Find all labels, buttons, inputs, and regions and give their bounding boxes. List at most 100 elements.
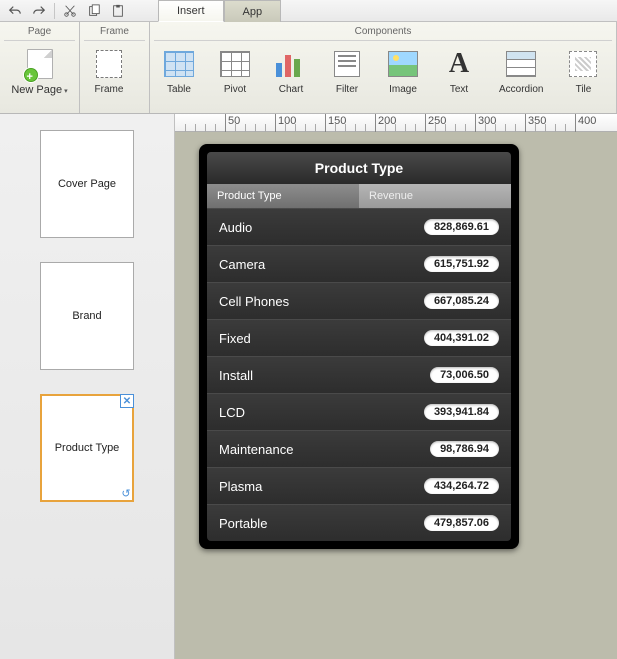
filter-button[interactable]: Filter (322, 45, 372, 98)
table-row[interactable]: Camera 615,751.92 (207, 245, 511, 282)
page-thumb-brand[interactable]: Brand (40, 262, 134, 370)
page-thumb-product-type[interactable]: Product Type ✕ ↺ (40, 394, 134, 502)
ruler-minor-tick (545, 124, 546, 132)
group-label-components: Components (154, 24, 612, 41)
pivot-label: Pivot (224, 84, 246, 95)
table-row[interactable]: Plasma 434,264.72 (207, 467, 511, 504)
ruler-minor-tick (265, 124, 266, 132)
column-header-revenue[interactable]: Revenue (359, 184, 511, 208)
ruler-minor-tick (495, 124, 496, 132)
table-icon (163, 48, 195, 80)
table-row[interactable]: Audio 828,869.61 (207, 208, 511, 245)
row-name: Cell Phones (219, 294, 289, 309)
widget-column-headers: Product Type Revenue (207, 184, 511, 208)
ruler-minor-tick (385, 124, 386, 132)
tab-app[interactable]: App (224, 0, 282, 22)
ruler-minor-tick (315, 124, 316, 132)
new-page-icon: + (24, 48, 56, 80)
row-value: 479,857.06 (424, 515, 499, 531)
table-row[interactable]: Install 73,006.50 (207, 356, 511, 393)
thumb-label: Cover Page (58, 177, 116, 191)
table-button[interactable]: Table (154, 45, 204, 98)
undo-button[interactable] (4, 1, 26, 21)
row-value: 404,391.02 (424, 330, 499, 346)
ruler-minor-tick (405, 124, 406, 132)
table-label: Table (167, 84, 191, 95)
ruler-minor-tick (195, 124, 196, 132)
new-page-button[interactable]: + New Page▾ (4, 45, 75, 99)
tile-label: Tile (576, 84, 592, 95)
ruler-tick: 400 (575, 114, 596, 132)
row-name: Audio (219, 220, 252, 235)
row-value: 828,869.61 (424, 219, 499, 235)
row-value: 393,941.84 (424, 404, 499, 420)
table-row[interactable]: Maintenance98,786.94 (207, 430, 511, 467)
ruler-minor-tick (555, 124, 556, 132)
accordion-button[interactable]: Accordion (490, 45, 552, 98)
row-value: 434,264.72 (424, 478, 499, 494)
ruler-minor-tick (235, 124, 236, 132)
ribbon-tabs: Insert App (158, 0, 281, 22)
ruler-minor-tick (205, 124, 206, 132)
page-thumb-cover[interactable]: Cover Page (40, 130, 134, 238)
ruler-minor-tick (445, 124, 446, 132)
ruler-minor-tick (485, 124, 486, 132)
revert-icon[interactable]: ↺ (119, 487, 133, 501)
horizontal-ruler: 50100150200250300350400 (175, 114, 617, 132)
row-value: 615,751.92 (424, 256, 499, 272)
redo-button[interactable] (28, 1, 50, 21)
image-button[interactable]: Image (378, 45, 428, 98)
row-name: Plasma (219, 479, 262, 494)
chart-label: Chart (279, 84, 303, 95)
row-value: 73,006.50 (430, 367, 499, 383)
image-label: Image (389, 84, 417, 95)
row-name: Camera (219, 257, 265, 272)
quick-access-toolbar: Insert App (0, 0, 617, 22)
separator (54, 3, 55, 19)
accordion-label: Accordion (499, 84, 543, 95)
pages-panel: Cover Page Brand Product Type ✕ ↺ (0, 114, 175, 659)
ruler-minor-tick (215, 124, 216, 132)
pivot-button[interactable]: Pivot (210, 45, 260, 98)
ruler-minor-tick (355, 124, 356, 132)
ruler-minor-tick (565, 124, 566, 132)
row-name: Portable (219, 516, 267, 531)
text-button[interactable]: AText (434, 45, 484, 98)
ruler-minor-tick (465, 124, 466, 132)
new-page-label: New Page (11, 84, 62, 96)
frame-button[interactable]: Frame (84, 45, 134, 98)
ruler-minor-tick (435, 124, 436, 132)
product-type-widget[interactable]: Product Type Product Type Revenue Audio 8… (199, 144, 519, 549)
ruler-minor-tick (505, 124, 506, 132)
row-name: Install (219, 368, 253, 383)
ruler-minor-tick (515, 124, 516, 132)
paste-button[interactable] (107, 1, 129, 21)
chart-button[interactable]: Chart (266, 45, 316, 98)
table-row[interactable]: Fixed 404,391.02 (207, 319, 511, 356)
column-header-product-type[interactable]: Product Type (207, 184, 359, 208)
delete-page-icon[interactable]: ✕ (120, 394, 134, 408)
ruler-minor-tick (305, 124, 306, 132)
tile-button[interactable]: Tile (558, 45, 608, 98)
design-canvas[interactable]: 50100150200250300350400 Product Type Pro… (175, 114, 617, 659)
group-label-page: Page (4, 24, 75, 41)
accordion-icon (505, 48, 537, 80)
table-row[interactable]: LCD 393,941.84 (207, 393, 511, 430)
filter-label: Filter (336, 84, 358, 95)
thumb-label: Brand (72, 309, 101, 323)
table-row[interactable]: Cell Phones667,085.24 (207, 282, 511, 319)
dropdown-arrow-icon: ▾ (64, 88, 68, 95)
ribbon: Page + New Page▾ Frame Frame Components … (0, 22, 617, 114)
cut-button[interactable] (59, 1, 81, 21)
ruler-minor-tick (455, 124, 456, 132)
row-name: Fixed (219, 331, 251, 346)
tile-icon (567, 48, 599, 80)
row-name: LCD (219, 405, 245, 420)
ruler-minor-tick (255, 124, 256, 132)
tab-insert[interactable]: Insert (158, 0, 224, 22)
ruler-minor-tick (295, 124, 296, 132)
table-row[interactable]: Portable 479,857.06 (207, 504, 511, 541)
chart-icon (275, 48, 307, 80)
copy-button[interactable] (83, 1, 105, 21)
ruler-minor-tick (395, 124, 396, 132)
